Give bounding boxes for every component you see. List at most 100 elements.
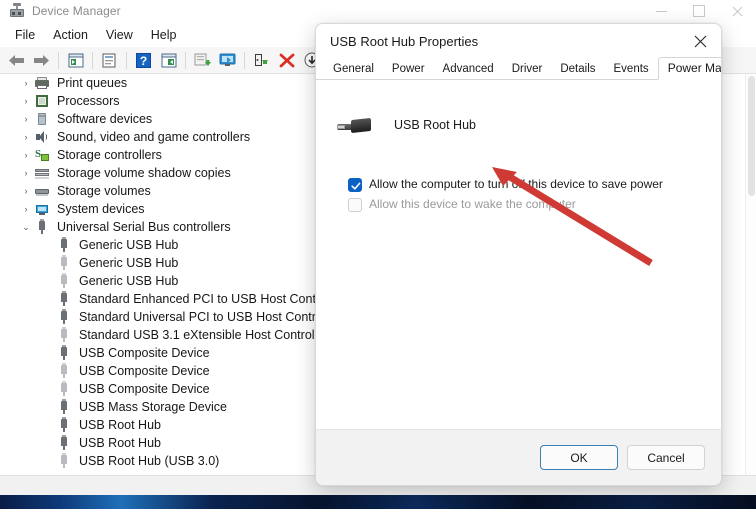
- processor-icon: [34, 93, 50, 109]
- ok-button[interactable]: OK: [540, 445, 618, 470]
- minimize-icon[interactable]: [642, 0, 680, 22]
- chevron-right-icon[interactable]: ›: [18, 147, 34, 163]
- tree-indent-spacer: [40, 417, 56, 433]
- usb-icon: [56, 291, 72, 307]
- menu-action[interactable]: Action: [44, 25, 97, 45]
- dialog-body: USB Root Hub Allow the computer to turn …: [316, 80, 721, 430]
- close-icon[interactable]: [718, 0, 756, 22]
- dialog-tabs[interactable]: General Power Advanced Driver Details Ev…: [316, 57, 721, 80]
- forward-arrow-icon[interactable]: [29, 49, 54, 71]
- maximize-icon[interactable]: [680, 0, 718, 22]
- tree-item-label: Standard Enhanced PCI to USB Host Contro…: [79, 292, 330, 306]
- tab-general[interactable]: General: [324, 59, 383, 79]
- usb-root-hub-properties-dialog: USB Root Hub Properties General Power Ad…: [315, 23, 722, 486]
- tree-item-label: Generic USB Hub: [79, 274, 179, 288]
- dialog-titlebar: USB Root Hub Properties: [316, 24, 721, 58]
- desktop-wallpaper-strip: [0, 495, 756, 509]
- chevron-right-icon[interactable]: ›: [18, 183, 34, 199]
- menu-view[interactable]: View: [97, 25, 142, 45]
- svg-text:?: ?: [140, 54, 147, 68]
- toolbar-separator: [58, 51, 59, 69]
- sound-icon: [34, 129, 50, 145]
- tree-scrollbar[interactable]: [745, 74, 756, 475]
- tree-indent-spacer: [40, 381, 56, 397]
- system-device-icon: [34, 201, 50, 217]
- tab-driver[interactable]: Driver: [503, 59, 552, 79]
- device-manager-icon: [9, 3, 25, 19]
- tree-item-label: Standard USB 3.1 eXtensible Host Control…: [79, 328, 329, 342]
- tree-item-label: USB Root Hub: [79, 418, 161, 432]
- tree-item-label: Storage volumes: [57, 184, 151, 198]
- usb-icon: [56, 435, 72, 451]
- tree-indent-spacer: [40, 309, 56, 325]
- usb-icon: [56, 417, 72, 433]
- software-device-icon: [34, 111, 50, 127]
- usb-icon-dim: [56, 453, 72, 469]
- device-header: USB Root Hub: [337, 112, 721, 138]
- tree-indent-spacer: [40, 363, 56, 379]
- tree-indent-spacer: [40, 453, 56, 469]
- enable-device-icon[interactable]: [249, 49, 274, 71]
- usb-icon: [56, 309, 72, 325]
- tree-item-label: System devices: [57, 202, 145, 216]
- properties-icon[interactable]: [97, 49, 122, 71]
- chevron-right-icon[interactable]: ›: [18, 93, 34, 109]
- cancel-button[interactable]: Cancel: [627, 445, 705, 470]
- tree-item-label: USB Root Hub: [79, 436, 161, 450]
- tree-item-label: Generic USB Hub: [79, 256, 179, 270]
- tab-details[interactable]: Details: [551, 59, 604, 79]
- tree-scrollbar-thumb[interactable]: [748, 76, 755, 196]
- chevron-right-icon[interactable]: ›: [18, 165, 34, 181]
- usb-icon: [34, 219, 50, 235]
- tab-events[interactable]: Events: [605, 59, 658, 79]
- storage-controller-icon: S: [34, 147, 50, 163]
- tree-item-label: Generic USB Hub: [79, 238, 179, 252]
- uninstall-device-icon[interactable]: [274, 49, 299, 71]
- usb-icon-dim: [56, 255, 72, 271]
- tab-advanced[interactable]: Advanced: [434, 59, 503, 79]
- window-title: Device Manager: [32, 4, 121, 18]
- scan-for-hardware-changes-icon[interactable]: [215, 49, 240, 71]
- usb-icon-dim: [56, 363, 72, 379]
- tree-indent-spacer: [40, 435, 56, 451]
- checkbox-row-turn-off-device[interactable]: Allow the computer to turn off this devi…: [348, 177, 721, 192]
- chevron-right-icon[interactable]: ›: [18, 129, 34, 145]
- checkbox-turn-off-device[interactable]: [348, 178, 362, 192]
- shadow-copy-icon: [34, 165, 50, 181]
- chevron-right-icon[interactable]: ›: [18, 75, 34, 91]
- menu-file[interactable]: File: [6, 25, 44, 45]
- usb-icon-dim: [56, 381, 72, 397]
- show-hide-action-pane-icon[interactable]: [156, 49, 181, 71]
- tree-item-label: Storage controllers: [57, 148, 162, 162]
- storage-volume-icon: [34, 183, 50, 199]
- window-controls: [642, 0, 756, 22]
- tab-power[interactable]: Power: [383, 59, 434, 79]
- tree-item-label: Processors: [57, 94, 120, 108]
- tab-power-management[interactable]: Power Management: [657, 57, 721, 80]
- chevron-right-icon[interactable]: ›: [18, 201, 34, 217]
- tree-item-label: USB Mass Storage Device: [79, 400, 227, 414]
- usb-icon: [56, 237, 72, 253]
- menu-help[interactable]: Help: [142, 25, 186, 45]
- tree-item-label: USB Composite Device: [79, 364, 210, 378]
- help-icon[interactable]: ?: [131, 49, 156, 71]
- tree-indent-spacer: [40, 399, 56, 415]
- checkbox-row-wake-computer: Allow this device to wake the computer: [348, 197, 721, 212]
- chevron-down-icon[interactable]: ⌄: [18, 219, 34, 235]
- usb-icon: [56, 399, 72, 415]
- toolbar-separator: [126, 51, 127, 69]
- printer-icon: [34, 75, 50, 91]
- tree-indent-spacer: [40, 273, 56, 289]
- usb-icon-dim: [56, 273, 72, 289]
- checkbox-label-wake-computer: Allow this device to wake the computer: [369, 197, 576, 211]
- dialog-close-icon[interactable]: [679, 24, 721, 58]
- back-arrow-icon[interactable]: [4, 49, 29, 71]
- tree-item-label: USB Root Hub (USB 3.0): [79, 454, 220, 468]
- checkbox-label-turn-off-device[interactable]: Allow the computer to turn off this devi…: [369, 177, 663, 192]
- chevron-right-icon[interactable]: ›: [18, 111, 34, 127]
- show-hide-console-tree-icon[interactable]: [63, 49, 88, 71]
- device-name: USB Root Hub: [394, 118, 476, 132]
- update-driver-icon[interactable]: [190, 49, 215, 71]
- toolbar-separator: [244, 51, 245, 69]
- tree-item-label: Standard Universal PCI to USB Host Contr…: [79, 310, 329, 324]
